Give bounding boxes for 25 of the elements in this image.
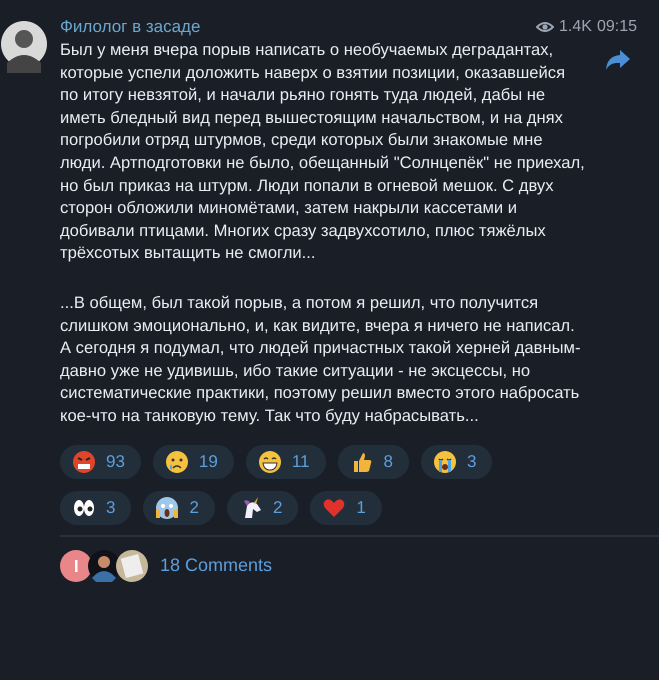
reaction-button[interactable]: 2 <box>143 490 215 524</box>
reaction-button[interactable]: 11 <box>246 444 326 478</box>
message-paragraph: Был у меня вчера порыв написать о необучаемых деградантах, которые успели доложить наверх о взятии позиции, оказавшейся по итогу невзятой, и начали рьяно гонять туда людей, дабы не иметь бледный вид перед вышестоящим начальством, и на днях погробили отряд штурмов, среди которых были знакомые мне люди. Артподготовки не было, обещанный "Солнцепёк" не приехал, но был приказ на штурм. Люди попали в огневой мешок. С двух сторон обложили миномётами, затем накрыли кассетами и добивали птицами. Многих сразу задвухсотило, плюс тяжёлых трёхсотых вытащить не смогли... <box>60 39 585 264</box>
reaction-button[interactable]: 1 <box>310 490 382 524</box>
reaction-button[interactable]: 2 <box>226 490 298 524</box>
view-count: 1.4K <box>559 18 592 36</box>
reaction-button[interactable]: 8 <box>338 444 409 478</box>
commenter-avatar <box>60 550 92 582</box>
crying-emoji-icon <box>432 450 457 474</box>
message-paragraph: ...В общем, был такой порыв, а потом я решил, что получится слишком эмоционально, и, как видите, вчера я ничего не написал. А сегодня я подумал, что людей причастных такой херней давным-давно уже не удивишь, ибо такие ситуации - не эксцессы, но систематические практики, поэтому решил вместо этого набросать кое-что на танковую тему. Так что буду набрасывать... <box>60 292 582 427</box>
commenter-avatar <box>88 550 120 582</box>
eye-icon <box>536 21 554 33</box>
reaction-button[interactable]: 3 <box>60 490 132 524</box>
reaction-button[interactable]: 93 <box>60 444 141 478</box>
post-time: 09:15 <box>596 18 637 36</box>
comments-link[interactable]: 18 Comments <box>160 555 272 576</box>
scream-emoji-icon <box>155 496 180 520</box>
grin-emoji-icon <box>258 450 282 474</box>
sad-emoji-icon <box>164 450 189 474</box>
reaction-button[interactable]: 19 <box>152 444 234 478</box>
share-icon[interactable] <box>605 49 631 71</box>
channel-name[interactable]: Филолог в засаде <box>60 17 200 37</box>
angry-emoji-icon <box>72 450 96 474</box>
commenter-avatar <box>116 550 148 582</box>
reaction-button[interactable]: 3 <box>420 444 492 478</box>
